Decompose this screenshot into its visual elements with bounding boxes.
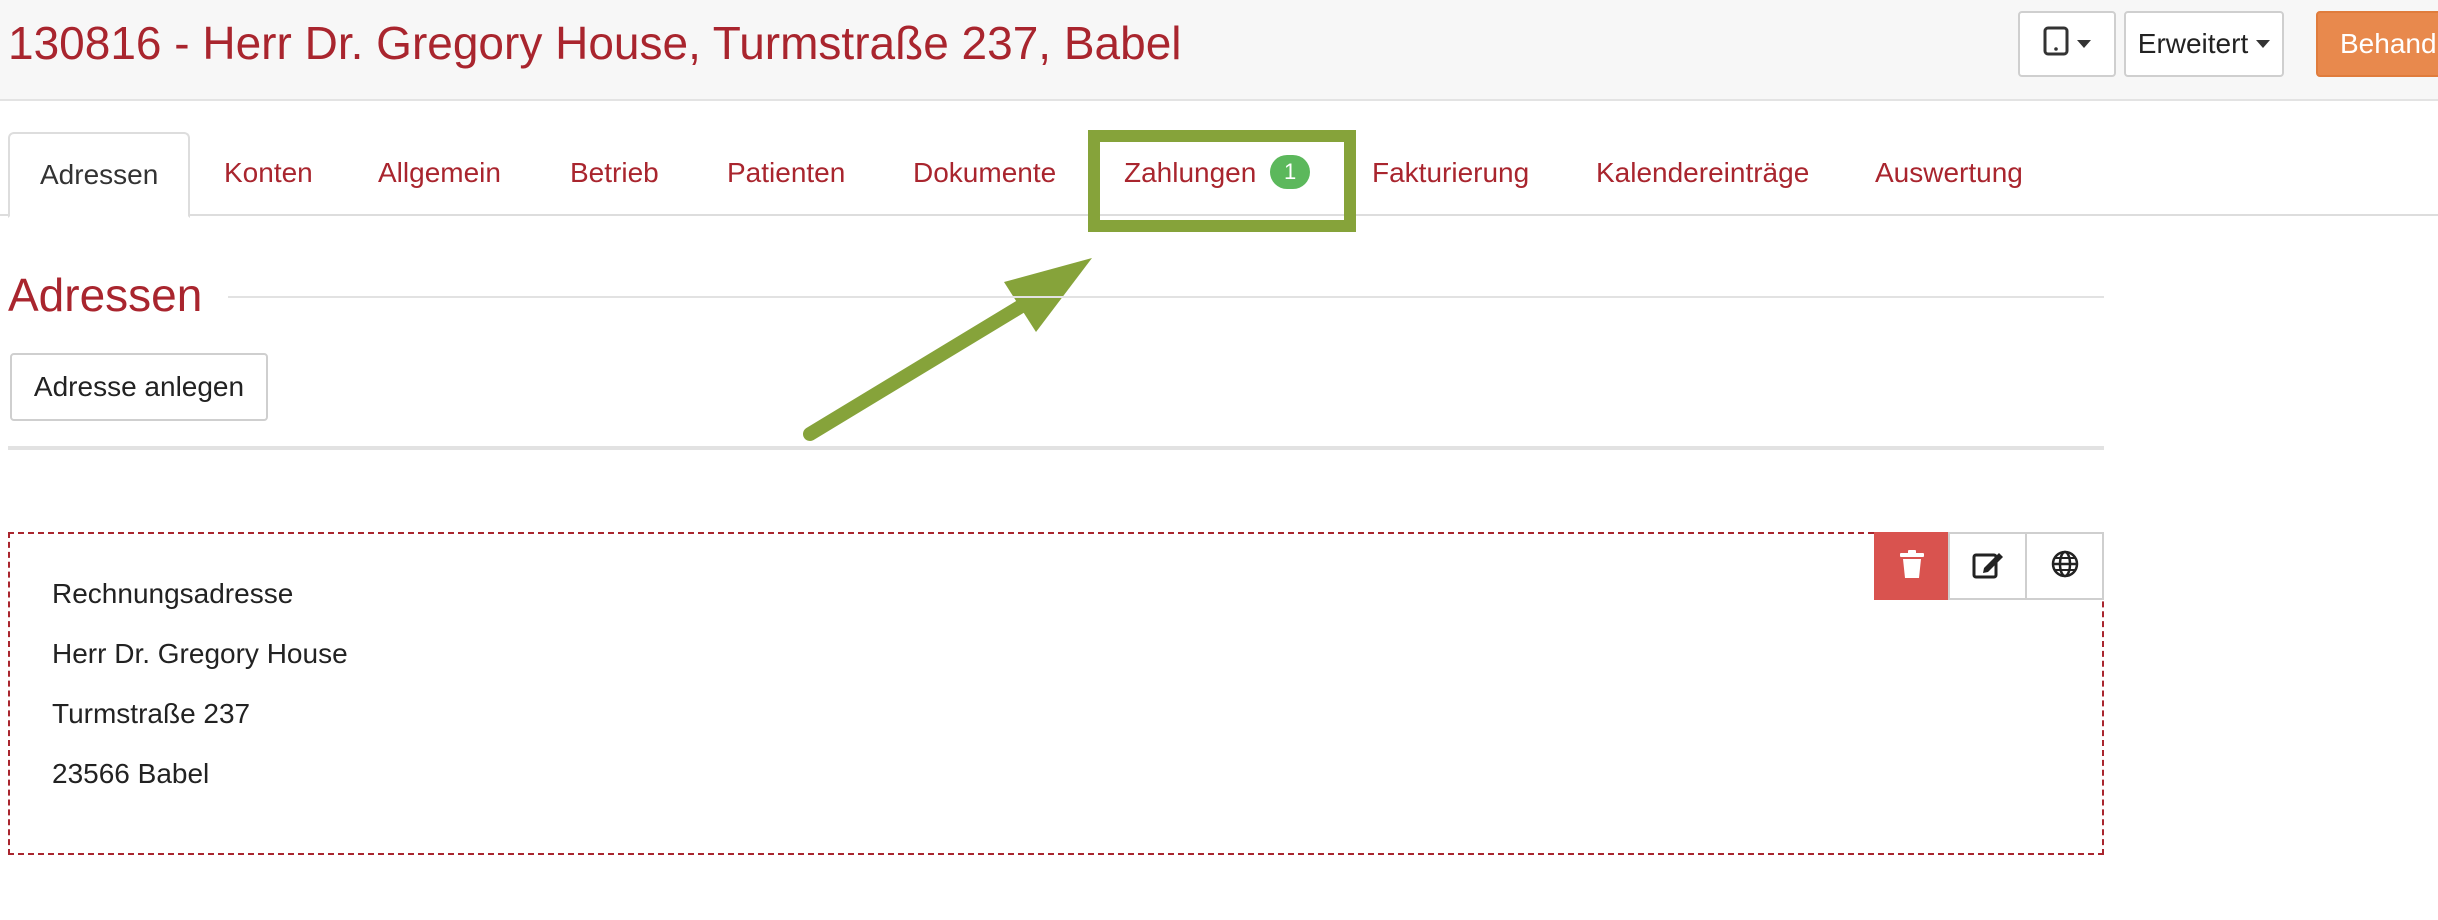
chevron-down-icon <box>2256 40 2271 48</box>
tab-label: Allgemein <box>378 157 501 188</box>
page-header: 130816 - Herr Dr. Gregory House, Turmstr… <box>0 0 2438 101</box>
tab-label: Adressen <box>40 159 159 190</box>
tab-label: Fakturierung <box>1372 157 1530 188</box>
create-address-label: Adresse anlegen <box>33 371 245 402</box>
treatment-label: Behand <box>2340 28 2437 59</box>
address-street: Turmstraße 237 <box>52 698 251 729</box>
tab-adressen[interactable]: Adressen <box>8 132 191 218</box>
advanced-dropdown-button[interactable]: Erweitert <box>2124 11 2284 77</box>
delete-address-button[interactable] <box>1874 532 1950 600</box>
tab-patienten[interactable]: Patienten <box>727 132 845 216</box>
edit-address-button[interactable] <box>1948 532 2027 600</box>
tab-label: Dokumente <box>913 157 1057 188</box>
tab-konten[interactable]: Konten <box>224 132 313 216</box>
tab-label: Kalendereinträge <box>1596 157 1810 188</box>
treatment-button[interactable]: Behand <box>2316 11 2438 77</box>
globe-icon <box>2051 550 2079 583</box>
address-type: Rechnungsadresse <box>52 578 294 609</box>
chevron-down-icon <box>2077 40 2091 48</box>
tab-label: Patienten <box>727 157 846 188</box>
tab-betrieb[interactable]: Betrieb <box>570 132 659 216</box>
tab-kalendereintraege[interactable]: Kalendereinträge <box>1596 132 1809 216</box>
create-address-button[interactable]: Adresse anlegen <box>10 353 268 421</box>
tablet-icon <box>2043 26 2069 63</box>
tab-dokumente[interactable]: Dokumente <box>913 132 1056 216</box>
trash-icon <box>1899 549 1925 584</box>
page-title: 130816 - Herr Dr. Gregory House, Turmstr… <box>8 17 1182 69</box>
tab-label: Konten <box>224 157 313 188</box>
tab-auswertung[interactable]: Auswertung <box>1875 132 2023 216</box>
address-name: Herr Dr. Gregory House <box>52 638 348 669</box>
device-dropdown-button[interactable] <box>2018 11 2116 77</box>
address-card: Rechnungsadresse Herr Dr. Gregory House … <box>8 532 2104 855</box>
address-actions <box>1874 532 2104 600</box>
map-address-button[interactable] <box>2025 532 2104 600</box>
tab-allgemein[interactable]: Allgemein <box>378 132 501 216</box>
edit-icon <box>1972 549 2004 584</box>
address-city: 23566 Babel <box>52 758 210 789</box>
tab-fakturierung[interactable]: Fakturierung <box>1372 132 1529 216</box>
section-divider <box>228 296 2104 298</box>
annotation-arrow-icon <box>803 258 1092 441</box>
annotation-highlight-box <box>1088 130 1356 232</box>
advanced-label: Erweitert <box>2137 28 2249 59</box>
tab-label: Auswertung <box>1875 157 2023 188</box>
tab-label: Betrieb <box>570 157 659 188</box>
divider <box>8 446 2104 450</box>
section-title: Adressen <box>8 269 203 321</box>
